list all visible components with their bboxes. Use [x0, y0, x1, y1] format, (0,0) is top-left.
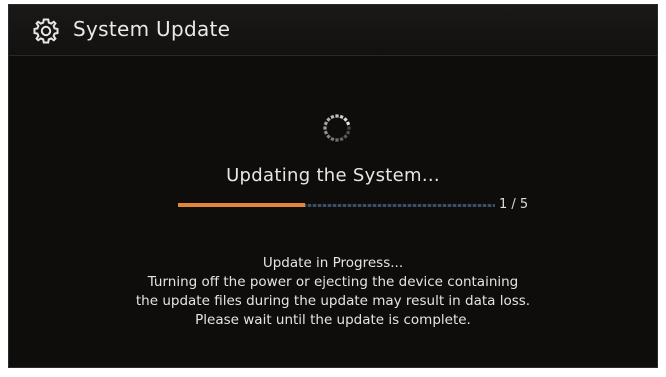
page-title: System Update: [73, 17, 231, 41]
spinner-dot: [323, 130, 329, 135]
message-line: Update in Progress...: [262, 255, 404, 271]
spinner-dot: [339, 114, 344, 120]
gear-icon: [33, 18, 59, 44]
message-line: the update files during the update may r…: [135, 293, 531, 309]
spinner-dot: [335, 114, 339, 118]
message-line: Turning off the power or ejecting the de…: [147, 274, 519, 290]
spinner-dot: [339, 136, 344, 142]
spinner-dot: [330, 114, 335, 120]
status-heading: Updating the System...: [226, 165, 440, 186]
spinner-dot: [326, 117, 331, 122]
progress-count: 1 / 5: [499, 197, 529, 212]
spinner-dot: [330, 136, 335, 142]
spinner-dot: [323, 121, 329, 126]
spinner-dot: [326, 134, 331, 139]
spinner-dot: [347, 126, 351, 130]
update-screen: System Update Updating the System... 1 /…: [8, 4, 658, 368]
spinner-dot: [345, 130, 351, 135]
progress-bar: [178, 203, 495, 207]
spinner-dot: [343, 117, 348, 122]
progress-bar-fill: [178, 203, 305, 207]
spinner-dot: [345, 121, 351, 126]
spinner-dot: [343, 134, 348, 139]
message-line: Please wait until the update is complete…: [195, 312, 471, 328]
spinner-dot: [323, 126, 327, 130]
loading-spinner-icon: [323, 114, 351, 142]
update-message: Update in Progress... Turning off the po…: [9, 254, 657, 330]
spinner-dot: [335, 138, 339, 142]
header-bar: System Update: [9, 5, 657, 56]
